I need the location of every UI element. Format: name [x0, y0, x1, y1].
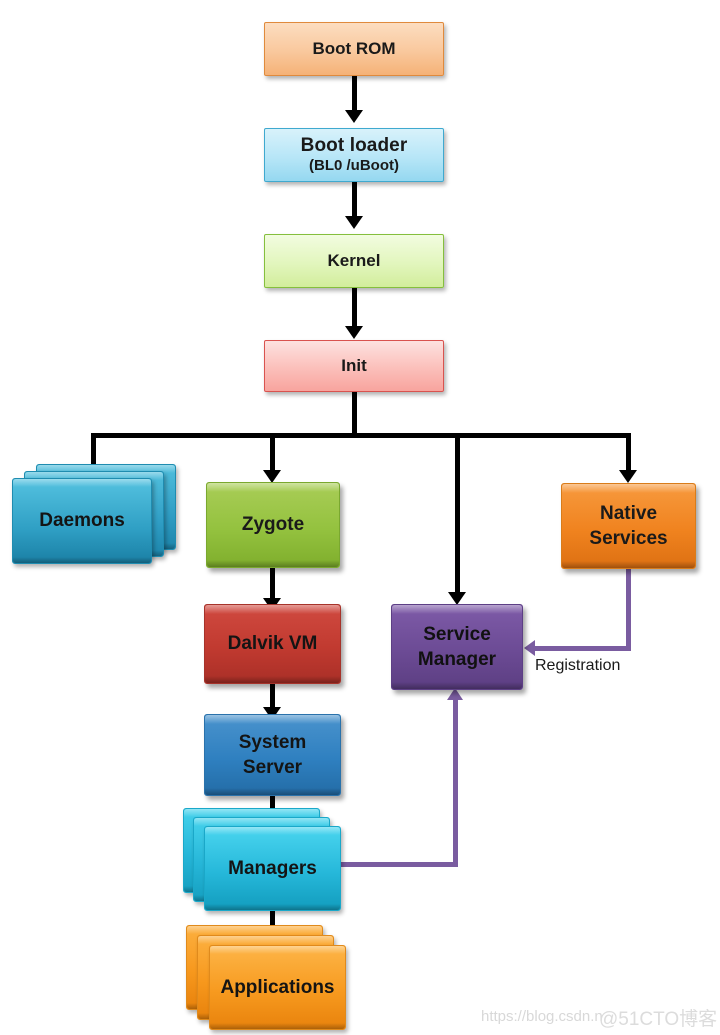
applications-layer-front: Applications	[209, 945, 346, 1030]
node-managers[interactable]: Managers	[183, 808, 348, 913]
node-boot-loader-label: Boot loader	[300, 135, 408, 157]
node-service-manager-sublabel: Manager	[417, 648, 497, 670]
node-system-server[interactable]: System Server	[204, 714, 341, 796]
node-native-services-sublabel: Services	[589, 527, 668, 549]
node-service-manager-label: Service	[423, 624, 491, 646]
arrowhead-kernel-init	[345, 326, 363, 339]
node-boot-rom-label: Boot ROM	[312, 39, 396, 59]
node-system-server-label: System	[238, 732, 307, 754]
edge-zygote-dalvik	[270, 568, 275, 602]
node-init-label: Init	[341, 356, 367, 376]
arrowhead-bootloader-kernel	[345, 216, 363, 229]
edge-label-registration: Registration	[535, 657, 621, 674]
arrowhead-bootrom-bootloader	[345, 110, 363, 123]
node-dalvik-vm[interactable]: Dalvik VM	[204, 604, 341, 684]
watermark-51cto: @51CTO博客	[599, 1009, 718, 1030]
node-daemons-label: Daemons	[39, 510, 125, 531]
edge-init-service-manager	[455, 433, 460, 598]
node-native-services[interactable]: Native Services	[561, 483, 696, 569]
edge-init-zygote	[270, 433, 275, 475]
daemons-layer-front: Daemons	[12, 478, 152, 564]
edge-registration-horizontal	[535, 646, 631, 651]
managers-layer-front: Managers	[204, 826, 341, 911]
watermark-csdn: https://blog.csdn.n	[481, 1008, 603, 1025]
edge-managers-servicemanager-horizontal	[340, 862, 458, 867]
arrowhead-registration	[524, 640, 535, 656]
edge-init-trunk	[352, 392, 357, 438]
node-managers-label: Managers	[228, 857, 317, 879]
edge-bootrom-bootloader	[352, 76, 357, 113]
node-zygote[interactable]: Zygote	[206, 482, 340, 568]
node-native-services-label: Native	[599, 503, 658, 525]
node-applications-label: Applications	[220, 976, 335, 998]
node-service-manager[interactable]: Service Manager	[391, 604, 523, 690]
edge-init-bus	[91, 433, 631, 438]
node-applications[interactable]: Applications	[186, 925, 351, 1033]
edge-registration-vertical	[626, 568, 631, 651]
node-boot-loader-sublabel: (BL0 /uBoot)	[309, 156, 399, 174]
node-boot-rom[interactable]: Boot ROM	[264, 22, 444, 76]
node-system-server-sublabel: Server	[242, 756, 303, 778]
edge-managers-servicemanager-vertical	[453, 700, 458, 867]
diagram-canvas: Boot ROM Boot loader (BL0 /uBoot) Kernel…	[0, 0, 720, 1035]
node-kernel[interactable]: Kernel	[264, 234, 444, 288]
edge-bootloader-kernel	[352, 182, 357, 219]
node-zygote-label: Zygote	[241, 514, 305, 536]
node-init[interactable]: Init	[264, 340, 444, 392]
node-dalvik-vm-label: Dalvik VM	[227, 633, 318, 655]
node-kernel-label: Kernel	[327, 251, 381, 271]
arrowhead-init-native-services	[619, 470, 637, 483]
node-daemons[interactable]: Daemons	[12, 464, 178, 564]
edge-init-native-services	[626, 433, 631, 475]
node-boot-loader[interactable]: Boot loader (BL0 /uBoot)	[264, 128, 444, 182]
